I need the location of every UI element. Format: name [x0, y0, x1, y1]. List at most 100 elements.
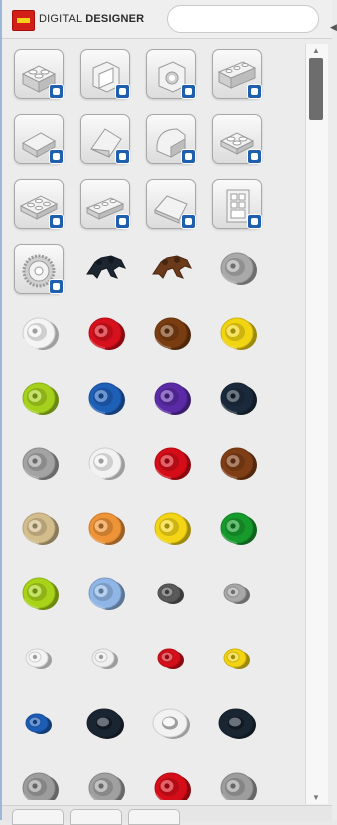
brick-part[interactable] — [206, 564, 268, 624]
add-badge-icon — [115, 149, 130, 164]
brick-part[interactable] — [74, 629, 136, 689]
wheel-hub-icon — [81, 374, 129, 425]
brick-part[interactable] — [74, 759, 136, 800]
wheel-hub-icon — [213, 439, 261, 490]
brick-part[interactable] — [8, 304, 70, 364]
brick-category-tile[interactable] — [8, 44, 70, 104]
brick-part[interactable] — [8, 694, 70, 754]
brick-part[interactable] — [206, 759, 268, 800]
claw-brown-icon — [147, 244, 195, 295]
scroll-up-arrow-icon[interactable]: ▲ — [312, 46, 320, 55]
brick-part[interactable] — [74, 239, 136, 299]
brick-part[interactable] — [206, 304, 268, 364]
small-hub-icon — [15, 634, 63, 685]
brick-category-tile[interactable] — [74, 109, 136, 169]
brick-part[interactable] — [74, 564, 136, 624]
wheel-hub-icon — [213, 374, 261, 425]
claw-black-icon — [81, 244, 129, 295]
brick-category-tile[interactable] — [206, 44, 268, 104]
slope-brick-icon — [14, 114, 64, 164]
tire-icon — [213, 699, 261, 750]
add-badge-icon — [247, 84, 262, 99]
scroll-thumb[interactable] — [309, 58, 323, 120]
brick-category-tile[interactable] — [74, 44, 136, 104]
brick-part[interactable] — [74, 434, 136, 494]
wheel-hub-icon — [81, 504, 129, 555]
brick-1x4-icon — [212, 49, 262, 99]
wheel-hub-icon — [15, 504, 63, 555]
app-title: DIGITAL DESIGNER — [39, 13, 144, 25]
brick-part[interactable] — [206, 694, 268, 754]
small-hub-icon — [81, 634, 129, 685]
brick-part[interactable] — [8, 759, 70, 800]
lego-logo — [12, 10, 35, 31]
brick-part[interactable] — [140, 759, 202, 800]
brick-part[interactable] — [8, 564, 70, 624]
app-title-digital: DIGITAL — [39, 13, 82, 25]
brick-part[interactable] — [140, 369, 202, 429]
wheel-hub-icon — [81, 569, 129, 620]
brick-part[interactable] — [140, 304, 202, 364]
brick-category-tile[interactable] — [8, 174, 70, 234]
brick-grid — [6, 44, 298, 800]
technic-brick-icon — [146, 49, 196, 99]
brick-part[interactable] — [140, 694, 202, 754]
wedge-brick-icon — [80, 114, 130, 164]
brick-part[interactable] — [206, 369, 268, 429]
brick-part[interactable] — [8, 629, 70, 689]
wheel-hub-icon — [15, 309, 63, 360]
brick-part[interactable] — [74, 369, 136, 429]
brick-part[interactable] — [206, 434, 268, 494]
brick-category-tile[interactable] — [140, 109, 202, 169]
collapse-arrow-icon[interactable]: ◀ — [330, 22, 337, 33]
add-badge-icon — [247, 149, 262, 164]
brick-category-tile[interactable] — [140, 174, 202, 234]
wing-plate-icon — [146, 179, 196, 229]
brick-part[interactable] — [8, 369, 70, 429]
small-hub-icon — [213, 569, 261, 620]
wheel-hub-icon — [15, 764, 63, 800]
wheel-hub-icon — [15, 569, 63, 620]
plate-2x2-icon — [212, 114, 262, 164]
wheel-hub-icon — [81, 439, 129, 490]
bottom-tab-3[interactable] — [128, 809, 180, 825]
add-badge-icon — [181, 214, 196, 229]
brick-category-tile[interactable] — [206, 109, 268, 169]
brick-palette-panel: DIGITAL DESIGNER ◀ ▲ ▼ — [0, 0, 337, 825]
brick-part[interactable] — [8, 499, 70, 559]
small-hub-icon — [15, 699, 63, 750]
wheel-hub-icon — [147, 764, 195, 800]
brick-part[interactable] — [206, 239, 268, 299]
app-title-designer: DESIGNER — [85, 13, 145, 25]
small-hub-icon — [147, 634, 195, 685]
scroll-down-arrow-icon[interactable]: ▼ — [312, 793, 320, 802]
plate-2x3-icon — [14, 179, 64, 229]
brick-part[interactable] — [140, 629, 202, 689]
gear-wheel-icon — [14, 244, 64, 294]
brick-part[interactable] — [206, 629, 268, 689]
brick-part[interactable] — [140, 499, 202, 559]
add-badge-icon — [49, 84, 64, 99]
brick-part[interactable] — [8, 434, 70, 494]
bottom-tab-2[interactable] — [70, 809, 122, 825]
brick-part[interactable] — [74, 694, 136, 754]
brick-part[interactable] — [74, 304, 136, 364]
wheel-hub-icon — [81, 309, 129, 360]
brick-part[interactable] — [140, 434, 202, 494]
small-hub-icon — [213, 634, 261, 685]
brick-category-tile[interactable] — [8, 239, 70, 299]
vertical-scrollbar[interactable]: ▲ ▼ — [305, 44, 328, 804]
brick-category-tile[interactable] — [206, 174, 268, 234]
search-input[interactable] — [167, 5, 319, 33]
bottom-tab-1[interactable] — [12, 809, 64, 825]
brick-part[interactable] — [140, 564, 202, 624]
brick-category-tile[interactable] — [8, 109, 70, 169]
brick-category-tile[interactable] — [74, 174, 136, 234]
brick-part[interactable] — [74, 499, 136, 559]
brick-category-tile[interactable] — [140, 44, 202, 104]
add-badge-icon — [49, 149, 64, 164]
brick-part[interactable] — [206, 499, 268, 559]
wheel-hub-icon — [147, 374, 195, 425]
brick-part[interactable] — [140, 239, 202, 299]
curved-brick-icon — [146, 114, 196, 164]
